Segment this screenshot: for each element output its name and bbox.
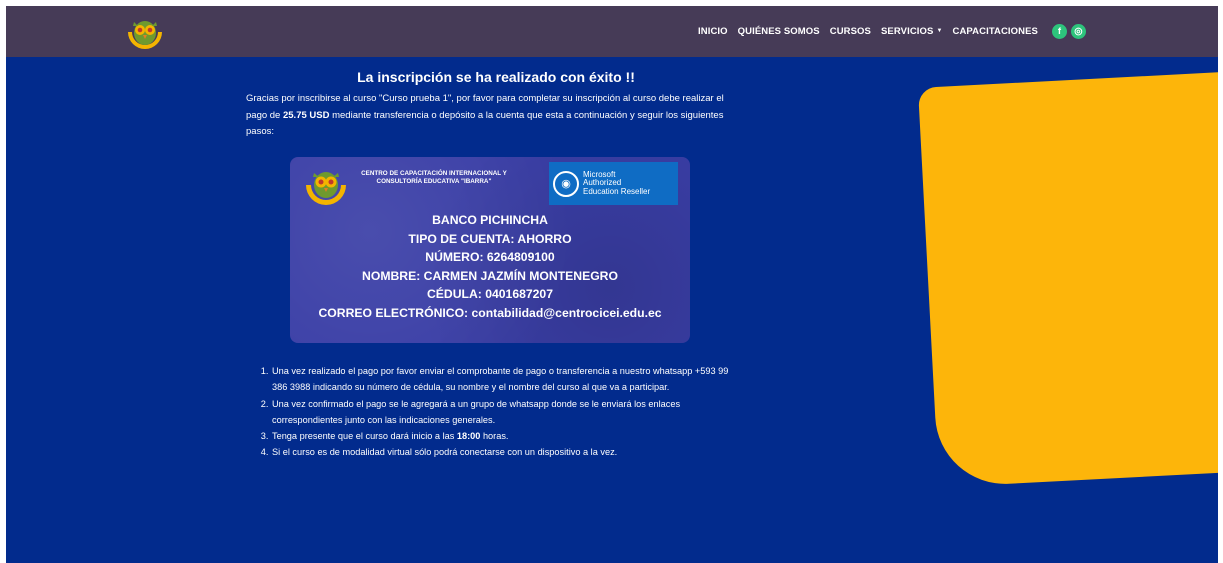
social-links: f ◎ bbox=[1052, 24, 1086, 39]
step3-suffix: horas. bbox=[480, 431, 509, 442]
step3-text: Tenga presente que el curso dará inicio … bbox=[272, 431, 457, 442]
start-time: 18:00 bbox=[456, 431, 481, 442]
caret-down-icon: ▼ bbox=[936, 28, 943, 35]
decorative-yellow-shape bbox=[918, 70, 1218, 488]
nav-inicio[interactable]: INICIO bbox=[698, 26, 728, 37]
bank-info-card: CENTRO DE CAPACITACIÓN INTERNACIONAL Y C… bbox=[290, 157, 690, 343]
list-item: Una vez realizado el pago por favor envi… bbox=[271, 363, 731, 396]
nav-servicios-label: SERVICIOS bbox=[880, 26, 934, 37]
account-type: TIPO DE CUENTA: AHORRO bbox=[408, 231, 572, 246]
success-title: La inscripción se ha realizado con éxito… bbox=[357, 69, 635, 85]
account-number: NÚMERO: 6264809100 bbox=[425, 250, 555, 264]
ms-line-3: Education Reseller bbox=[583, 186, 651, 196]
id-number: CÉDULA: 0401687207 bbox=[426, 287, 553, 301]
list-item: Una vez confirmado el pago se le agregar… bbox=[271, 396, 731, 429]
main-nav: INICIO QUIÉNES SOMOS CURSOS SERVICIOS ▼ C… bbox=[698, 6, 1086, 57]
page-frame: INICIO QUIÉNES SOMOS CURSOS SERVICIOS ▼ C… bbox=[6, 6, 1218, 563]
amount-value: 25.75 USD bbox=[282, 109, 330, 121]
nav-quienes-somos[interactable]: QUIÉNES SOMOS bbox=[738, 26, 820, 37]
microsoft-badge: ◉ Microsoft Authorized Education Reselle… bbox=[549, 162, 678, 205]
nav-servicios-dropdown[interactable]: SERVICIOS ▼ bbox=[881, 26, 943, 37]
intro-paragraph: Gracias por inscribirse al curso "Curso … bbox=[246, 91, 746, 141]
list-item: Si el curso es de modalidad virtual sólo… bbox=[271, 444, 731, 460]
nav-cursos[interactable]: CURSOS bbox=[830, 26, 871, 37]
microsoft-badge-text: Microsoft Authorized Education Reseller bbox=[583, 170, 651, 197]
nav-capacitaciones[interactable]: CAPACITACIONES bbox=[953, 26, 1039, 37]
account-holder: NOMBRE: CARMEN JAZMÍN MONTENEGRO bbox=[362, 268, 618, 283]
instagram-icon[interactable]: ◎ bbox=[1071, 24, 1086, 39]
globe-icon: ◉ bbox=[553, 170, 579, 197]
owl-logo-icon[interactable] bbox=[124, 14, 166, 54]
top-navbar: INICIO QUIÉNES SOMOS CURSOS SERVICIOS ▼ C… bbox=[6, 6, 1218, 57]
institution-name: CENTRO DE CAPACITACIÓN INTERNACIONAL Y C… bbox=[361, 170, 507, 185]
list-item: Tenga presente que el curso dará inicio … bbox=[271, 428, 731, 444]
bank-details: BANCO PICHINCHA TIPO DE CUENTA: AHORRO N… bbox=[290, 211, 690, 322]
main-content: La inscripción se ha realizado con éxito… bbox=[246, 66, 746, 141]
bank-name: BANCO PICHINCHA bbox=[432, 213, 548, 227]
steps-list: Una vez realizado el pago por favor envi… bbox=[254, 363, 731, 461]
facebook-icon[interactable]: f bbox=[1052, 24, 1067, 39]
contact-email: CORREO ELECTRÓNICO: contabilidad@centroc… bbox=[318, 305, 662, 320]
